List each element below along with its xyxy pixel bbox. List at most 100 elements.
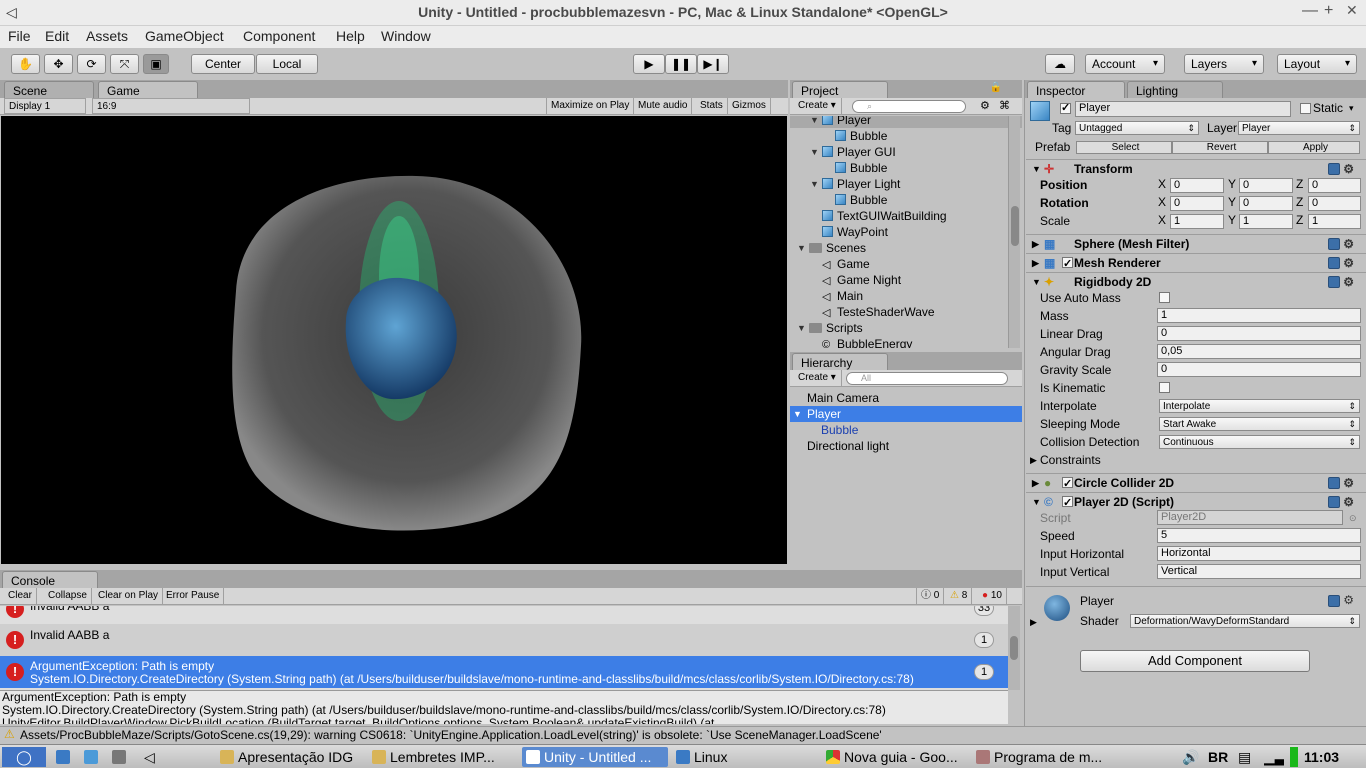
prefab-select-button[interactable]: Select (1076, 141, 1172, 154)
axis-label-z[interactable]: Z (1296, 213, 1303, 227)
unity-launcher-icon[interactable]: ◁ (144, 747, 166, 767)
tab-console[interactable]: Console (2, 571, 98, 588)
static-dropdown-icon[interactable]: ▾ (1349, 100, 1354, 116)
object-picker-icon[interactable]: ⊙ (1349, 510, 1357, 526)
maximize-on-play-toggle[interactable]: Maximize on Play (546, 98, 635, 114)
project-item[interactable]: Bubble (790, 192, 1022, 208)
hand-tool-icon[interactable]: ✋ (11, 54, 40, 74)
minimize-button[interactable]: — (1302, 2, 1318, 20)
help-book-icon[interactable] (1328, 276, 1340, 288)
close-button[interactable]: ✕ (1346, 2, 1358, 19)
list-item[interactable]: ! ArgumentException: Path is empty Syste… (0, 656, 1008, 688)
project-create-dropdown[interactable]: Create ▾ (794, 98, 842, 114)
taskbar-item[interactable]: Unity - Untitled ... (522, 747, 668, 767)
shader-dropdown[interactable]: Deformation/WavyDeformStandard (1130, 614, 1360, 628)
project-item[interactable]: ▼ Scenes (790, 240, 1022, 256)
help-book-icon[interactable] (1328, 238, 1340, 250)
tab-scene[interactable]: Scene (4, 81, 94, 98)
cloud-icon[interactable]: ☁ (1045, 54, 1075, 74)
project-item[interactable]: Bubble (790, 128, 1022, 144)
account-dropdown[interactable]: Account (1085, 54, 1165, 74)
menu-edit[interactable]: Edit (45, 28, 69, 44)
axis-label-x[interactable]: X (1158, 177, 1166, 191)
foldout-open-icon[interactable]: ▼ (1032, 160, 1041, 178)
foldout-open-icon[interactable]: ▼ (1032, 273, 1041, 291)
pause-button[interactable]: ❚❚ (665, 54, 697, 74)
hierarchy-search-input[interactable]: All (846, 372, 1008, 385)
sleeping-mode-dropdown[interactable]: Start Awake (1159, 417, 1360, 431)
axis-label-y[interactable]: Y (1228, 195, 1236, 209)
tab-game[interactable]: Game (98, 81, 198, 98)
axis-label-z[interactable]: Z (1296, 177, 1303, 191)
project-item[interactable]: ▼ Player GUI (790, 144, 1022, 160)
mesh-renderer-header[interactable]: ▶ ▦ Mesh Renderer ⚙ (1026, 253, 1366, 273)
layers-dropdown[interactable]: Layers (1184, 54, 1264, 74)
foldout-closed-icon[interactable]: ▶ (1030, 452, 1037, 468)
hierarchy-item[interactable]: ▼ Player (790, 406, 1022, 422)
error-pause-toggle[interactable]: Error Pause (162, 588, 225, 604)
layer-dropdown[interactable]: Player (1238, 121, 1360, 135)
keyboard-layout[interactable]: BR (1208, 747, 1230, 767)
aspect-dropdown[interactable]: 16:9 (92, 98, 250, 114)
stats-toggle[interactable]: Stats (696, 98, 728, 114)
mesh-renderer-enabled-checkbox[interactable] (1062, 255, 1073, 273)
project-item[interactable]: © BubbleEnergy (790, 336, 1022, 348)
game-view[interactable] (1, 116, 787, 564)
project-item[interactable]: ▼ Player Light (790, 176, 1022, 192)
gravity-scale-field[interactable]: 0 (1157, 362, 1361, 377)
input-horizontal-field[interactable]: Horizontal (1157, 546, 1361, 561)
is-kinematic-checkbox[interactable] (1159, 382, 1170, 393)
list-item[interactable]: ! Invalid AABB a 33 (0, 606, 1008, 624)
menu-gameobject[interactable]: GameObject (145, 28, 224, 44)
gear-icon[interactable]: ⚙ (1343, 235, 1354, 253)
project-item[interactable]: Bubble (790, 160, 1022, 176)
help-book-icon[interactable] (1328, 496, 1340, 508)
axis-label-y[interactable]: Y (1228, 213, 1236, 227)
project-item[interactable]: ◁ Game Night (790, 272, 1022, 288)
maximize-button[interactable]: + (1324, 2, 1333, 20)
gear-icon[interactable]: ⚙ (1343, 474, 1354, 492)
project-item[interactable]: ▼ Scripts (790, 320, 1022, 336)
help-book-icon[interactable] (1328, 257, 1340, 269)
taskbar-item[interactable]: Linux (676, 747, 816, 767)
console-clear-button[interactable]: Clear (4, 588, 37, 604)
taskbar-item[interactable]: Programa de m... (976, 747, 1118, 767)
foldout-open-icon[interactable]: ▼ (810, 116, 819, 128)
mesh-filter-header[interactable]: ▶ ▦ Sphere (Mesh Filter) ⚙ (1026, 234, 1366, 252)
rigidbody-header[interactable]: ▼ ✦ Rigidbody 2D ⚙ (1026, 272, 1366, 290)
help-book-icon[interactable] (1328, 595, 1340, 607)
error-filter-toggle[interactable]: ● 10 (978, 588, 1007, 604)
input-vertical-field[interactable]: Vertical (1157, 564, 1361, 579)
pivot-local-button[interactable]: Local (256, 54, 318, 74)
hierarchy-create-dropdown[interactable]: Create ▾ (794, 370, 842, 386)
help-book-icon[interactable] (1328, 163, 1340, 175)
console-scroll-thumb[interactable] (1010, 636, 1018, 660)
scl-z-field[interactable]: 1 (1308, 214, 1361, 229)
foldout-open-icon[interactable]: ▼ (810, 176, 819, 192)
clipboard-icon[interactable]: ▤ (1238, 747, 1254, 767)
menu-window[interactable]: Window (381, 28, 431, 44)
circle-collider-header[interactable]: ▶ ● Circle Collider 2D ⚙ (1026, 473, 1366, 493)
axis-label-z[interactable]: Z (1296, 195, 1303, 209)
tab-lighting[interactable]: Lighting (1127, 81, 1223, 98)
network-icon[interactable] (84, 747, 104, 767)
foldout-open-icon[interactable]: ▼ (797, 320, 806, 336)
static-checkbox[interactable] (1300, 103, 1311, 114)
filter-type-icon[interactable]: ⚙ (980, 99, 990, 112)
project-item[interactable]: ◁ Main (790, 288, 1022, 304)
taskbar-item[interactable]: Apresentação IDG (220, 747, 368, 767)
project-item[interactable]: ▼ Player (790, 116, 1022, 128)
prefab-revert-button[interactable]: Revert (1172, 141, 1268, 154)
axis-label-x[interactable]: X (1158, 213, 1166, 227)
rot-x-field[interactable]: 0 (1170, 196, 1224, 211)
project-scrollbar[interactable] (1008, 116, 1020, 348)
foldout-closed-icon[interactable]: ▶ (1032, 254, 1039, 272)
foldout-closed-icon[interactable]: ▶ (1032, 235, 1039, 253)
speed-field[interactable]: 5 (1157, 528, 1361, 543)
taskbar-item[interactable]: Nova guia - Goo... (826, 747, 972, 767)
gear-icon[interactable]: ⚙ (1343, 160, 1354, 178)
layout-dropdown[interactable]: Layout (1277, 54, 1357, 74)
active-checkbox[interactable] (1060, 101, 1071, 114)
axis-label-x[interactable]: X (1158, 195, 1166, 209)
step-button[interactable]: ▶❙ (697, 54, 729, 74)
